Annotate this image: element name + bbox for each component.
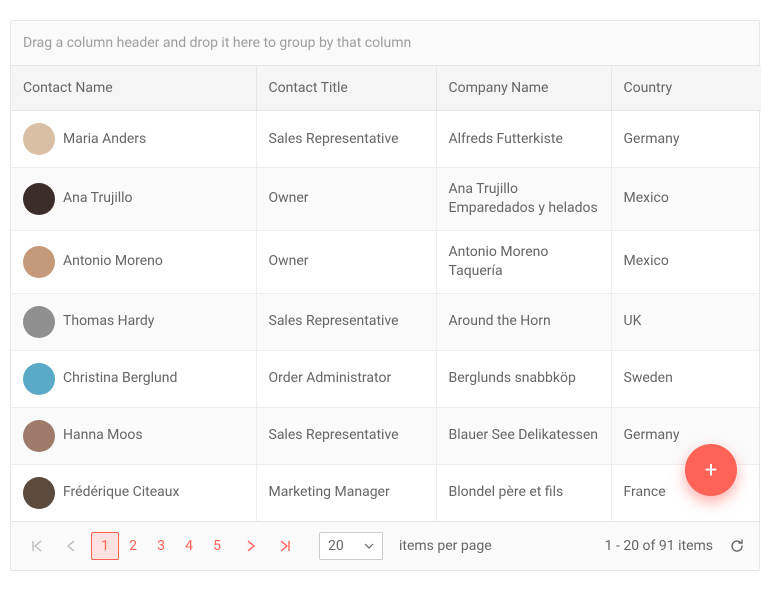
avatar [23, 123, 55, 155]
pager-page-5[interactable]: 5 [203, 532, 231, 560]
cell-contact-name: Hanna Moos [63, 426, 143, 445]
cell-company-name: Berglunds snabbköp [436, 350, 611, 407]
cell-contact-name: Christina Berglund [63, 369, 177, 388]
cell-company-name: Blondel père et fils [436, 464, 611, 521]
cell-country: Sweden [611, 350, 759, 407]
pager: 12345 20 items per page 1 - 20 of 91 ite… [11, 521, 759, 570]
table-row[interactable]: Hanna Moos Sales RepresentativeBlauer See… [11, 407, 759, 464]
cell-company-name: Around the Horn [436, 293, 611, 350]
grid-body: Maria AndersSales RepresentativeAlfreds … [11, 111, 759, 521]
avatar [23, 477, 55, 509]
cell-contact-name: Thomas Hardy [63, 312, 154, 331]
cell-company-name: Alfreds Futterkiste [436, 111, 611, 168]
cell-country: Mexico [611, 168, 759, 231]
cell-contact-title: Sales Representative [256, 111, 436, 168]
cell-company-name: Blauer See Delikatessen [436, 407, 611, 464]
cell-contact-name: Maria Anders [63, 130, 146, 149]
refresh-icon [729, 538, 745, 554]
grid-body-scroll[interactable]: Maria AndersSales RepresentativeAlfreds … [11, 111, 759, 521]
chevron-right-icon [246, 540, 256, 552]
pager-page-3[interactable]: 3 [147, 532, 175, 560]
table-row[interactable]: Thomas Hardy Sales RepresentativeAround t… [11, 293, 759, 350]
avatar [23, 306, 55, 338]
cell-country: Germany [611, 111, 759, 168]
cell-company-name: Antonio Moreno Taquería [436, 230, 611, 293]
pager-page-2[interactable]: 2 [119, 532, 147, 560]
chevron-left-icon [66, 540, 76, 552]
data-grid: Drag a column header and drop it here to… [10, 20, 760, 571]
table-row[interactable]: Maria Anders Sales RepresentativeAlfreds … [11, 111, 759, 168]
seek-last-icon [279, 540, 291, 552]
cell-contact-title: Sales Representative [256, 293, 436, 350]
column-header-contact-name[interactable]: Contact Name [11, 66, 256, 111]
pager-items-label: items per page [399, 538, 492, 554]
avatar [23, 183, 55, 215]
cell-contact-title: Sales Representative [256, 407, 436, 464]
cell-country: Mexico [611, 230, 759, 293]
cell-contact-title: Owner [256, 230, 436, 293]
pager-page-4[interactable]: 4 [175, 532, 203, 560]
seek-first-icon [31, 540, 43, 552]
pager-last-button[interactable] [271, 532, 299, 560]
cell-company-name: Ana Trujillo Emparedados y helados [436, 168, 611, 231]
column-header-company-name[interactable]: Company Name [436, 66, 611, 111]
pager-prev-button[interactable] [57, 532, 85, 560]
chevron-down-icon [364, 541, 374, 551]
pager-next-button[interactable] [237, 532, 265, 560]
avatar [23, 420, 55, 452]
grid-header: Contact Name Contact Title Company Name … [11, 66, 761, 111]
group-panel[interactable]: Drag a column header and drop it here to… [11, 21, 759, 66]
pager-refresh-button[interactable] [727, 536, 747, 556]
add-fab[interactable]: + [685, 444, 737, 496]
cell-country: Germany [611, 407, 759, 464]
cell-contact-title: Order Administrator [256, 350, 436, 407]
cell-contact-name: Antonio Moreno [63, 252, 163, 271]
pager-status: 1 - 20 of 91 items [605, 538, 713, 554]
page-size-value: 20 [328, 538, 344, 554]
cell-contact-title: Owner [256, 168, 436, 231]
page-size-select[interactable]: 20 [319, 532, 383, 560]
cell-country: UK [611, 293, 759, 350]
cell-contact-name: Frédérique Citeaux [63, 483, 179, 502]
table-row[interactable]: Christina Berglund Order AdministratorBer… [11, 350, 759, 407]
column-header-country[interactable]: Country [611, 66, 761, 111]
pager-page-1[interactable]: 1 [91, 532, 119, 560]
cell-contact-title: Marketing Manager [256, 464, 436, 521]
plus-icon: + [705, 458, 717, 483]
table-row[interactable]: Frédérique Citeaux Marketing ManagerBlond… [11, 464, 759, 521]
table-row[interactable]: Ana Trujillo OwnerAna Trujillo Emparedado… [11, 168, 759, 231]
column-header-contact-title[interactable]: Contact Title [256, 66, 436, 111]
cell-contact-name: Ana Trujillo [63, 189, 133, 208]
pager-first-button[interactable] [23, 532, 51, 560]
table-row[interactable]: Antonio Moreno OwnerAntonio Moreno Taquer… [11, 230, 759, 293]
avatar [23, 246, 55, 278]
avatar [23, 363, 55, 395]
